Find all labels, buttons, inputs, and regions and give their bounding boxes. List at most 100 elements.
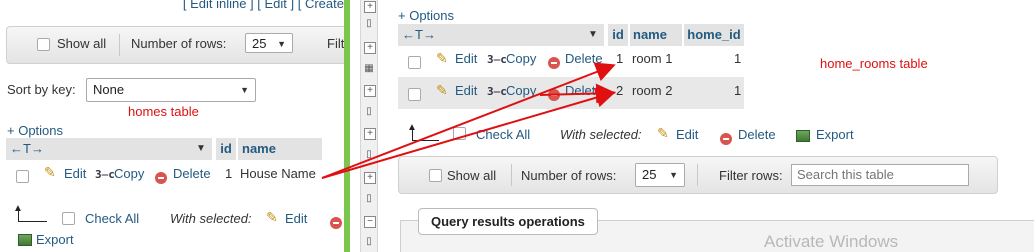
cell-name: House Name <box>240 166 316 181</box>
cell-id: 2 <box>616 83 624 98</box>
left-header-id[interactable]: id <box>216 138 236 160</box>
with-selected-label: With selected: <box>170 211 252 226</box>
copy-icon[interactable]: 3̶c <box>95 168 115 181</box>
edit-link[interactable]: Edit <box>455 51 477 66</box>
activate-windows-watermark: Activate Windows <box>764 232 899 251</box>
left-nav-bar: Show all Number of rows: 25 ▼ Filt <box>6 26 344 64</box>
delete-icon[interactable] <box>720 132 732 145</box>
copy-link[interactable]: Copy <box>114 166 144 181</box>
show-all-checkbox[interactable] <box>429 169 442 182</box>
cell-home-id: 1 <box>734 83 742 98</box>
export-link[interactable]: Export <box>36 232 74 247</box>
left-table-header: ←T→ ▼ <box>6 138 212 160</box>
right-header-name[interactable]: name <box>630 24 682 46</box>
header-name-label: name <box>633 27 667 42</box>
cell-name: room 2 <box>632 83 673 98</box>
right-header-home-id[interactable]: home_id <box>684 24 744 46</box>
collapse-icon[interactable]: − <box>364 216 376 228</box>
copy-link[interactable]: Copy <box>506 83 536 98</box>
database-icon: ▯ <box>366 193 372 204</box>
header-id-label: id <box>612 27 624 42</box>
export-icon[interactable] <box>796 130 810 142</box>
check-all-arrow-head-icon: ▲ <box>407 122 417 133</box>
row-checkbox[interactable] <box>408 56 421 69</box>
homes-table-annotation: homes table <box>128 104 199 119</box>
pencil-icon[interactable] <box>436 50 448 67</box>
cell-home-id: 1 <box>734 51 742 66</box>
right-pane: + Options ←T→ ▼ id name home_id Edit 3̶c… <box>394 0 1034 252</box>
sort-triangle-icon[interactable]: ▼ <box>588 24 598 46</box>
nav-separator <box>697 164 698 186</box>
pane-divider[interactable] <box>344 0 350 252</box>
copy-icon[interactable]: 3̶c <box>487 85 507 98</box>
options-link[interactable]: + Options <box>398 8 454 23</box>
check-all-checkbox[interactable] <box>62 212 75 225</box>
sort-select[interactable]: None ▼ <box>86 78 256 102</box>
check-all-link[interactable]: Check All <box>85 211 139 226</box>
rows-select-value: 25 <box>642 167 657 182</box>
top-links[interactable]: [ Edit inline ] [ Edit ] [ Create <box>183 0 344 11</box>
pencil-icon[interactable] <box>266 209 278 226</box>
cell-name: room 1 <box>632 51 673 66</box>
table-icon: ▦ <box>364 63 374 74</box>
table-row: Edit 3̶c Copy Delete 1 room 1 1 <box>398 46 744 76</box>
delete-icon[interactable] <box>548 88 560 101</box>
delete-link[interactable]: Delete <box>173 166 211 181</box>
right-header-id[interactable]: id <box>608 24 628 46</box>
header-name-label: name <box>242 141 276 156</box>
options-link[interactable]: + Options <box>7 123 63 138</box>
bulk-edit-link[interactable]: Edit <box>676 127 698 142</box>
right-table-header: ←T→ ▼ <box>398 24 604 46</box>
expand-icon[interactable]: + <box>364 85 376 97</box>
filter-label: Filt <box>327 36 344 51</box>
check-all-checkbox[interactable] <box>453 127 466 140</box>
header-home-id-label: home_id <box>687 27 741 42</box>
filter-rows-label: Filter rows: <box>719 168 783 183</box>
row-checkbox[interactable] <box>16 170 29 183</box>
sort-label: Sort by key: <box>7 82 76 97</box>
column-arrows[interactable]: ←T→ <box>10 138 44 160</box>
export-link[interactable]: Export <box>816 127 854 142</box>
row-checkbox[interactable] <box>408 88 421 101</box>
filter-rows-input[interactable] <box>791 164 969 186</box>
chevron-down-icon: ▼ <box>277 39 286 49</box>
column-arrows[interactable]: ←T→ <box>402 24 436 46</box>
delete-icon[interactable] <box>155 171 167 184</box>
edit-link[interactable]: Edit <box>64 166 86 181</box>
table-row: Edit 3̶c Copy Delete 2 room 2 1 <box>398 77 744 109</box>
sort-select-value: None <box>93 82 125 97</box>
edit-link[interactable]: Edit <box>455 83 477 98</box>
copy-icon[interactable]: 3̶c <box>487 53 507 66</box>
show-all-checkbox[interactable] <box>37 38 50 51</box>
chevron-down-icon: ▼ <box>240 85 249 95</box>
delete-icon[interactable] <box>330 216 342 229</box>
cell-id: 1 <box>616 51 624 66</box>
pencil-icon[interactable] <box>657 125 669 142</box>
database-icon: ▯ <box>366 149 372 160</box>
expand-icon[interactable]: + <box>364 128 376 140</box>
home-rooms-table-annotation: home_rooms table <box>820 56 928 71</box>
check-all-link[interactable]: Check All <box>476 127 530 142</box>
rows-select[interactable]: 25 ▼ <box>635 163 685 187</box>
expand-icon[interactable]: + <box>364 42 376 54</box>
delete-link[interactable]: Delete <box>565 51 603 66</box>
delete-icon[interactable] <box>548 56 560 69</box>
expand-icon[interactable]: + <box>364 172 376 184</box>
query-results-operations-title[interactable]: Query results operations <box>418 208 598 235</box>
rows-select[interactable]: 25 ▼ <box>245 33 293 53</box>
export-icon[interactable] <box>18 234 32 246</box>
bulk-edit-link[interactable]: Edit <box>285 211 307 226</box>
nav-separator <box>119 34 120 56</box>
with-selected-label: With selected: <box>560 127 642 142</box>
pencil-icon[interactable] <box>436 82 448 99</box>
expand-icon[interactable]: + <box>364 1 376 13</box>
cell-id: 1 <box>225 166 233 181</box>
left-header-name[interactable]: name <box>238 138 322 160</box>
sort-triangle-icon[interactable]: ▼ <box>196 138 206 160</box>
bulk-delete-link[interactable]: Delete <box>738 127 776 142</box>
copy-link[interactable]: Copy <box>506 51 536 66</box>
rows-select-value: 25 <box>252 36 267 51</box>
delete-link[interactable]: Delete <box>565 83 603 98</box>
navigation-tree-strip: + ▯ + ▦ + ▯ + ▯ + ▯ − ▯ <box>360 0 378 252</box>
pencil-icon[interactable] <box>44 164 56 181</box>
